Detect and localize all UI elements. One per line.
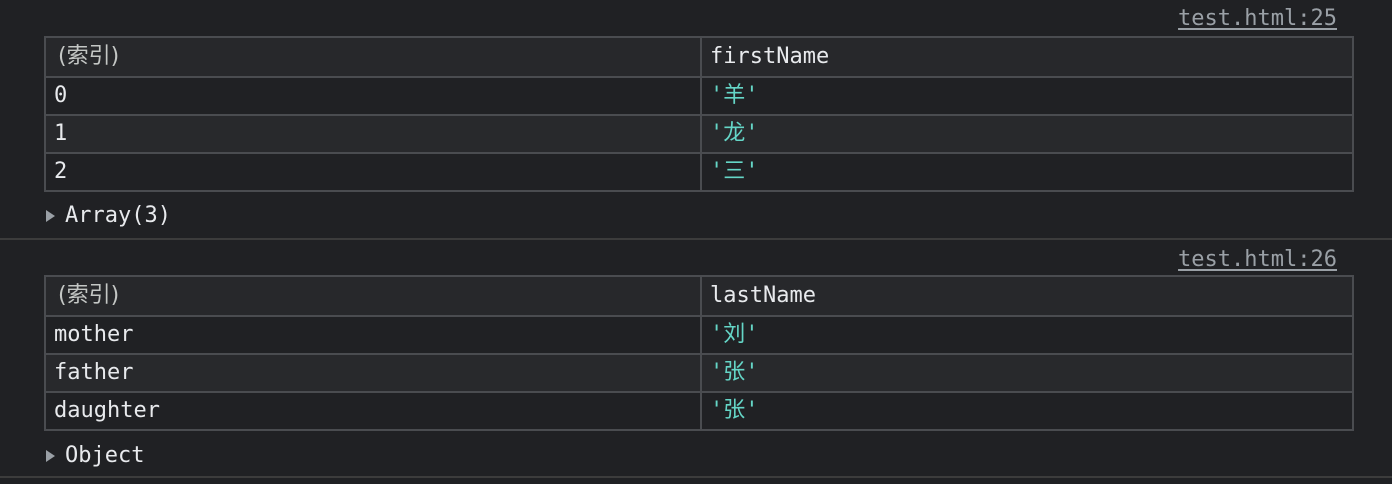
expand-triangle-icon[interactable] — [46, 210, 55, 222]
expand-triangle-icon[interactable] — [46, 450, 55, 462]
row-value: '张' — [700, 353, 1354, 393]
row-index: 1 — [44, 114, 702, 154]
row-value: '龙' — [700, 114, 1354, 154]
message-divider — [0, 476, 1392, 478]
column-header-lastname[interactable]: lastName — [700, 275, 1354, 317]
table-row: mother '刘' — [44, 315, 1354, 355]
row-index: daughter — [44, 391, 702, 431]
table-row: 2 '三' — [44, 152, 1354, 192]
table-row: daughter '张' — [44, 391, 1354, 431]
source-link[interactable]: test.html:25 — [1178, 5, 1337, 33]
console-table: (索引) lastName mother '刘' father '张' daug… — [44, 275, 1354, 431]
column-header-index[interactable]: (索引) — [44, 36, 702, 78]
row-value: '刘' — [700, 315, 1354, 355]
summary-label: Object — [65, 443, 145, 468]
row-index: 2 — [44, 152, 702, 192]
column-header-firstname[interactable]: firstName — [700, 36, 1354, 78]
table-row: father '张' — [44, 353, 1354, 393]
source-link[interactable]: test.html:26 — [1178, 246, 1337, 274]
row-value: '三' — [700, 152, 1354, 192]
row-index: 0 — [44, 76, 702, 116]
table-header-row: (索引) lastName — [44, 275, 1354, 317]
summary-label: Array(3) — [65, 203, 171, 228]
table-row: 1 '龙' — [44, 114, 1354, 154]
message-divider — [0, 238, 1392, 240]
table-header-row: (索引) firstName — [44, 36, 1354, 78]
console-table: (索引) firstName 0 '羊' 1 '龙' 2 '三' — [44, 36, 1354, 192]
row-index: father — [44, 353, 702, 393]
table-row: 0 '羊' — [44, 76, 1354, 116]
row-index: mother — [44, 315, 702, 355]
column-header-index[interactable]: (索引) — [44, 275, 702, 317]
expand-summary[interactable]: Array(3) — [46, 202, 171, 230]
expand-summary[interactable]: Object — [46, 442, 144, 470]
row-value: '羊' — [700, 76, 1354, 116]
row-value: '张' — [700, 391, 1354, 431]
